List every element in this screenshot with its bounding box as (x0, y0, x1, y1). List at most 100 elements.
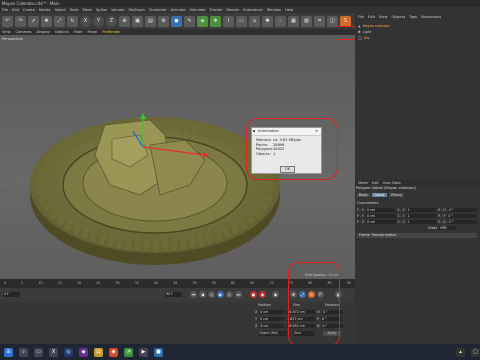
play-backward-icon[interactable]: ◁ (208, 291, 215, 298)
autokey-icon[interactable]: ◉ (259, 291, 266, 298)
timeline-tick: 20 (77, 281, 82, 285)
object-row-mayan-calendar[interactable]: ▲ Mayan calendar (355, 24, 480, 29)
rot-p-field[interactable]: 0 ° (447, 213, 477, 218)
move-icon[interactable]: ✥ (41, 15, 52, 27)
render-view-icon[interactable]: ▣ (132, 15, 143, 27)
cloner-icon[interactable]: ❖ (210, 15, 221, 27)
app-icon-2[interactable]: ■ (154, 347, 163, 357)
record-icon[interactable]: ● (250, 291, 257, 298)
subdivision-icon[interactable]: ◈ (197, 15, 208, 27)
snap-icon[interactable]: ⌗ (314, 15, 325, 27)
om-menu-bookmarks[interactable]: Bookmarks (421, 14, 441, 20)
ok-button[interactable]: OK (280, 166, 295, 173)
scale-z-field[interactable]: 1 (406, 219, 437, 224)
object-row-sky[interactable]: ◯ Sky (355, 36, 480, 41)
s-badge-icon[interactable]: S (340, 15, 351, 27)
om-menu-file[interactable]: File (358, 14, 364, 20)
cinema4d-icon[interactable]: ◎ (64, 347, 73, 357)
om-menu-tags[interactable]: Tags (409, 14, 417, 20)
render-picture-icon[interactable]: ▤ (145, 15, 156, 27)
floor-icon[interactable]: ▭ (236, 15, 247, 27)
pos-x-field[interactable]: 0 cm (366, 207, 396, 212)
light-icon[interactable]: ✺ (262, 15, 273, 27)
next-key-icon[interactable]: ▷ (226, 291, 233, 298)
object-row-light[interactable]: ✺ Light (355, 30, 480, 35)
coordinate-system-icon[interactable]: ⊕ (119, 15, 130, 27)
pos-y-field[interactable]: 0 cm (365, 213, 396, 218)
x-axis-toggle[interactable]: X (80, 15, 91, 27)
polygon-object-icon: ▲ (358, 24, 361, 28)
cube-icon[interactable]: ◼ (171, 15, 182, 27)
object-manager-menu: File Edit View Objects Tags Bookmarks (355, 14, 480, 20)
app-icon[interactable]: ◆ (79, 347, 88, 357)
timeline-tick: 30 (115, 281, 120, 285)
redo-icon[interactable]: ↷ (15, 15, 26, 27)
go-to-end-icon[interactable]: ⏭ (235, 291, 242, 298)
deformer-icon[interactable]: ⌇ (223, 15, 234, 27)
dialog-titlebar: ▪ Information ✕ (252, 128, 321, 136)
tab-basic[interactable]: Basic (357, 193, 370, 197)
browser-icon[interactable]: ◉ (109, 347, 118, 357)
dialog-title: Information (258, 129, 279, 133)
select-arrow-icon[interactable]: ➚ (28, 15, 39, 27)
start-frame-field[interactable]: 0 F (3, 292, 20, 297)
tray-icon[interactable]: ▴ (456, 347, 465, 357)
chrome-icon[interactable]: ◔ (124, 347, 133, 357)
file-explorer-icon[interactable]: ▤ (94, 347, 103, 357)
order-dropdown[interactable]: HPB (439, 226, 457, 230)
om-menu-view[interactable]: View (379, 14, 388, 20)
object-name: Light (362, 30, 372, 34)
edges-mode-icon[interactable]: ▦ (288, 15, 299, 27)
coordinates-section-title: Coordinates (357, 201, 379, 205)
workplane-icon[interactable]: ◫ (327, 15, 338, 27)
play-icon[interactable]: ▶ (217, 291, 224, 298)
go-to-start-icon[interactable]: ⏮ (190, 291, 197, 298)
timeline-tick: 60 (231, 281, 236, 285)
scale-x-field[interactable]: 1 (406, 207, 437, 212)
coord-pos-z[interactable]: 0 cm (259, 324, 285, 328)
keyframe-selection-icon[interactable]: ◆ (272, 291, 279, 298)
freeze-transformation-bar[interactable]: Freeze Transformation (357, 233, 477, 238)
annotation-underline-objects-2 (337, 39, 355, 40)
scale-icon[interactable]: ⤢ (54, 15, 65, 27)
camera-icon[interactable]: ⌂ (249, 15, 260, 27)
timeline-tick: 70 (269, 281, 274, 285)
timeline-tick: 90 (346, 281, 351, 285)
timeline-tick: 55 (211, 281, 216, 285)
rot-b-field[interactable]: 0 ° (447, 219, 477, 224)
timeline-tick: 50 (192, 281, 197, 285)
viewport-label: Perspective (2, 37, 23, 41)
pen-icon[interactable]: ✎ (184, 15, 195, 27)
x-app-icon[interactable]: X (49, 347, 58, 357)
attribute-tabs: Basic Coord. Phong (357, 193, 404, 197)
timeline-tick: 0 (4, 281, 7, 285)
rotate-icon[interactable]: ↻ (67, 15, 78, 27)
close-icon[interactable]: ✕ (315, 128, 318, 135)
polygons-mode-icon[interactable]: ▧ (301, 15, 312, 27)
z-axis-toggle[interactable]: Z (106, 15, 117, 27)
media-icon[interactable]: ▶ (139, 347, 148, 357)
coord-mode-dropdown[interactable]: Object (Rel) (258, 331, 287, 336)
object-name: Sky (363, 36, 370, 40)
light-object-icon: ✺ (358, 30, 361, 34)
pos-z-field[interactable]: 0 cm (366, 219, 396, 224)
scale-y-field[interactable]: 1 (406, 213, 437, 218)
rot-h-field[interactable]: 0 ° (447, 207, 477, 212)
render-settings-icon[interactable]: ⚙ (158, 15, 169, 27)
coord-pos-x[interactable]: 0 cm (259, 310, 285, 314)
task-view-icon[interactable]: ▭ (34, 347, 43, 357)
undo-icon[interactable]: ↶ (2, 15, 13, 27)
notification-icon[interactable]: ▢ (471, 347, 480, 357)
timeline-tick: 40 (154, 281, 159, 285)
start-windows-icon[interactable]: ⊞ (4, 347, 13, 357)
prev-key-icon[interactable]: ◀ (199, 291, 206, 298)
om-menu-edit[interactable]: Edit (368, 14, 375, 20)
om-menu-objects[interactable]: Objects (392, 14, 406, 20)
tab-phong[interactable]: Phong (389, 193, 404, 197)
y-axis-toggle[interactable]: Y (93, 15, 104, 27)
points-mode-icon[interactable]: ⁘ (275, 15, 286, 27)
tab-coord[interactable]: Coord. (371, 193, 388, 197)
coord-pos-y[interactable]: 0 cm (259, 317, 285, 321)
end-frame-field[interactable]: 90 F (165, 292, 182, 297)
search-icon[interactable]: ⌕ (19, 347, 28, 357)
